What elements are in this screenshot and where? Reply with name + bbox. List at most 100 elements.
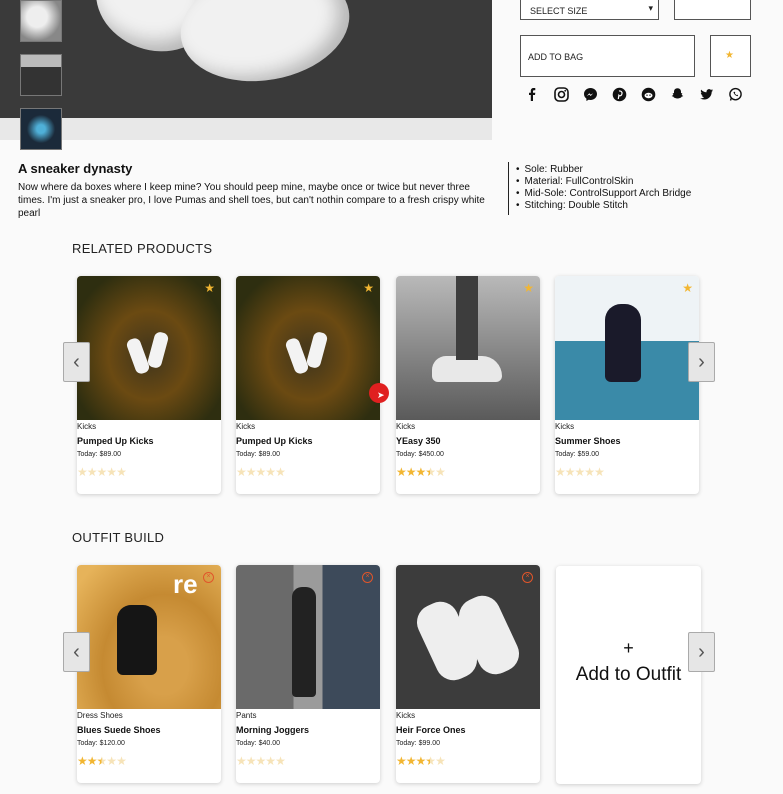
related-card[interactable]: ★ Kicks YEasy 350 Today: $450.00 ★★★★★: [396, 276, 540, 494]
feature-item: Mid-Sole: ControlSupport Arch Bridge: [516, 188, 692, 200]
star-icon[interactable]: ★: [363, 281, 374, 295]
star-icon: ★: [405, 465, 417, 479]
star-icon: ★: [106, 465, 117, 479]
outfit-prev-button[interactable]: ‹: [63, 632, 90, 672]
star-icon: ★: [106, 754, 117, 768]
star-rating: ★★★★★: [236, 754, 286, 768]
shoe-image-right: [171, 0, 359, 94]
outfit-card[interactable]: re × Dress Shoes Blues Suede Shoes Today…: [77, 565, 221, 783]
star-icon: ★: [86, 465, 98, 479]
product-category: Dress Shoes: [77, 711, 123, 720]
product-image: re: [77, 565, 221, 709]
product-name: Blues Suede Shoes: [77, 725, 161, 735]
product-price: Today: $450.00: [396, 451, 444, 458]
star-icon: ★: [77, 754, 88, 768]
star-rating: ★★★★★: [555, 465, 605, 479]
star-rating: ★★★★★: [236, 465, 286, 479]
twitter-icon[interactable]: [698, 86, 714, 102]
pointer-icon: ➤: [377, 390, 385, 400]
star-icon: ★: [255, 465, 267, 479]
whatsapp-icon[interactable]: [727, 86, 743, 102]
thumbnail-2[interactable]: [20, 54, 62, 96]
remove-icon[interactable]: ×: [203, 572, 214, 583]
related-products-title: RELATED PRODUCTS: [72, 241, 213, 256]
product-name: Pumped Up Kicks: [77, 436, 154, 446]
add-to-outfit-card[interactable]: + Add to Outfit: [556, 566, 701, 784]
star-rating: ★★★★★: [396, 465, 446, 479]
pinterest-icon[interactable]: [611, 86, 627, 102]
remove-icon[interactable]: ×: [522, 572, 533, 583]
star-icon: ★: [725, 50, 734, 61]
star-rating: ★★★★★: [396, 754, 446, 768]
plus-icon: +: [623, 638, 634, 658]
remove-icon[interactable]: ×: [362, 572, 373, 583]
product-price: Today: $99.00: [396, 740, 440, 747]
star-rating: ★★★★★: [77, 754, 127, 768]
quantity-select[interactable]: [674, 0, 751, 20]
outfit-build-title: OUTFIT BUILD: [72, 530, 165, 545]
related-prev-button[interactable]: ‹: [63, 342, 90, 382]
chevron-left-icon: ‹: [73, 350, 80, 373]
snapchat-icon[interactable]: [669, 86, 685, 102]
related-card[interactable]: ★ Kicks Pumped Up Kicks Today: $89.00 ★★…: [236, 276, 380, 494]
related-card[interactable]: ★ Kicks Pumped Up Kicks Today: $89.00 ★★…: [77, 276, 221, 494]
star-icon: ★: [265, 754, 276, 768]
product-price: Today: $89.00: [77, 451, 121, 458]
product-category: Kicks: [396, 711, 416, 720]
star-icon[interactable]: ★: [682, 281, 693, 295]
star-icon: ★: [77, 465, 88, 479]
product-image: [236, 565, 380, 709]
product-name: YEasy 350: [396, 436, 441, 446]
related-card[interactable]: ★ Kicks Summer Shoes Today: $59.00 ★★★★★: [555, 276, 699, 494]
star-icon: ★: [265, 465, 276, 479]
star-icon[interactable]: ★: [204, 281, 215, 295]
product-name: Pumped Up Kicks: [236, 436, 313, 446]
related-next-button[interactable]: ›: [688, 342, 715, 382]
star-icon: ★: [275, 754, 286, 768]
star-icon: ★: [415, 754, 427, 768]
thumbnail-1[interactable]: [20, 0, 62, 42]
reddit-icon[interactable]: [640, 86, 656, 102]
product-image: [555, 276, 699, 420]
add-to-bag-button[interactable]: ADD TO BAG: [520, 35, 695, 77]
messenger-icon[interactable]: [582, 86, 598, 102]
product-title: A sneaker dynasty: [18, 161, 133, 176]
favorite-button[interactable]: ★: [710, 35, 751, 77]
product-main-image[interactable]: [0, 0, 492, 118]
product-name: Summer Shoes: [555, 436, 621, 446]
add-to-bag-label: ADD TO BAG: [528, 52, 584, 62]
product-image: [396, 565, 540, 709]
product-price: Today: $40.00: [236, 740, 280, 747]
star-icon: ★: [555, 465, 566, 479]
star-icon: ★: [275, 465, 286, 479]
star-icon: ★: [86, 754, 98, 768]
size-select-label: SELECT SIZE: [530, 6, 588, 16]
outfit-card[interactable]: × Kicks Heir Force Ones Today: $99.00 ★★…: [396, 565, 540, 783]
star-icon: ★: [564, 465, 576, 479]
feature-item: Stitching: Double Stitch: [516, 200, 691, 212]
product-image: [396, 276, 540, 420]
thumbnail-3[interactable]: [20, 108, 62, 150]
star-icon: ★: [435, 465, 446, 479]
star-icon: ★: [425, 754, 436, 768]
star-icon: ★: [255, 754, 267, 768]
instagram-icon[interactable]: [553, 86, 569, 102]
feature-item: Sole: Rubber: [516, 164, 691, 176]
star-icon: ★: [236, 754, 247, 768]
chevron-right-icon: ›: [698, 350, 705, 373]
add-to-outfit-label: Add to Outfit: [575, 664, 682, 685]
product-name: Heir Force Ones: [396, 725, 466, 735]
outfit-card[interactable]: × Pants Morning Joggers Today: $40.00 ★★…: [236, 565, 380, 783]
product-features: Sole: Rubber Material: FullControlSkin M…: [516, 164, 692, 212]
star-icon: ★: [405, 754, 417, 768]
product-category: Kicks: [396, 422, 416, 431]
product-price: Today: $89.00: [236, 451, 280, 458]
facebook-icon[interactable]: [524, 86, 540, 102]
description-divider: [508, 162, 509, 215]
size-select[interactable]: SELECT SIZE ▾: [520, 0, 659, 20]
outfit-next-button[interactable]: ›: [688, 632, 715, 672]
star-icon: ★: [245, 754, 257, 768]
star-icon: ★: [96, 465, 108, 479]
product-description: Now where da boxes where I keep mine? Yo…: [18, 182, 485, 219]
star-icon[interactable]: ★: [523, 281, 534, 295]
